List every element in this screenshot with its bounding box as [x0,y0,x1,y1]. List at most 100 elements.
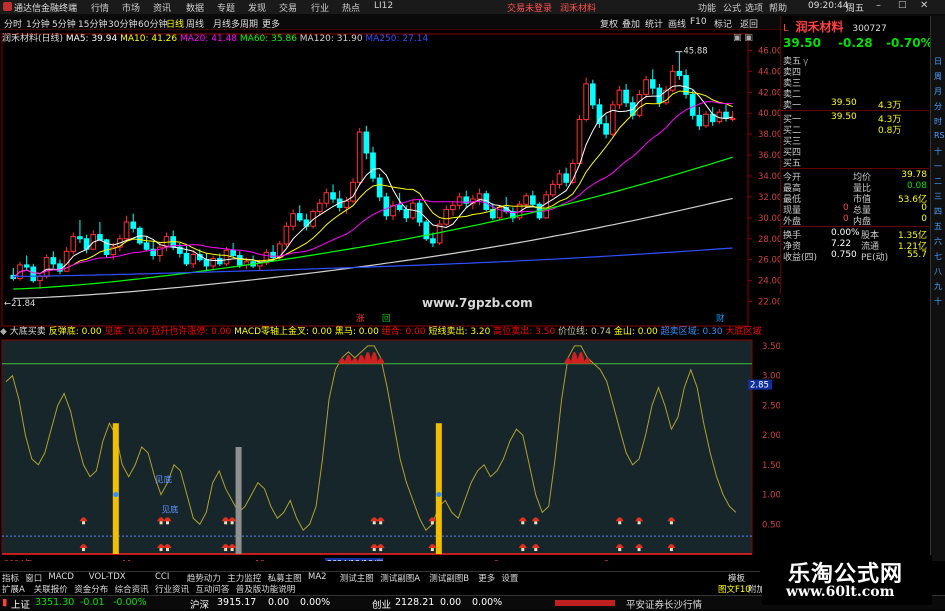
candle-body[interactable] [609,104,616,135]
sidebar-shortcut[interactable]: 月 [934,86,942,97]
candle-body[interactable] [450,204,456,210]
gold-signal-bar[interactable] [112,423,119,554]
sidebar-shortcut[interactable]: 十 [934,296,942,307]
candle-body[interactable] [316,202,323,213]
candle-body[interactable] [649,79,656,89]
candle-body[interactable] [443,208,450,225]
trade-login-notice[interactable]: 交易未登录 [507,1,552,14]
extension-tab[interactable]: 扩展A [2,583,25,595]
sidebar-shortcut[interactable]: 八 [934,266,942,277]
top-menu-item[interactable]: 数据 [186,1,204,14]
candle-body[interactable] [216,258,223,265]
candle-body[interactable] [576,119,583,164]
candle-body[interactable] [616,89,623,106]
extension-tab[interactable]: 综合资讯 [115,583,149,595]
minimize-icon[interactable]: – [876,0,881,11]
candle-body[interactable] [356,131,363,183]
candle-body[interactable] [283,225,290,245]
chart-expand-icons[interactable]: ▣ ▣ [733,33,753,43]
chart-tool-button[interactable]: 统计 [645,17,663,30]
sidebar-shortcut[interactable]: 时 [934,116,942,127]
candle-body[interactable] [143,242,150,250]
candle-body[interactable] [37,275,43,282]
dark-horse-bar[interactable] [235,447,242,554]
candle-body[interactable] [97,234,103,241]
gold-signal-bar[interactable] [435,423,442,554]
candle-body[interactable] [430,238,436,244]
sidebar-shortcut[interactable]: 一 [934,161,942,172]
extension-tab[interactable]: 行业资讯 [155,583,189,595]
candle-body[interactable] [77,236,83,240]
candle-body[interactable] [30,266,37,282]
bid-row[interactable]: 买一 39.50 4.3万 [783,112,929,125]
candle-body[interactable] [603,123,609,135]
timeframe-tab[interactable]: 更多 [262,17,280,30]
candle-body[interactable] [203,259,210,267]
candle-body[interactable] [729,117,736,120]
candle-body[interactable] [423,221,430,240]
candle-body[interactable] [596,104,603,125]
candle-body[interactable] [583,83,589,121]
ask-row[interactable]: 卖三 [783,76,929,89]
right-menu-item[interactable]: 公式 [723,1,741,14]
maximize-icon[interactable]: □ [898,0,907,10]
timeframe-tab[interactable]: 多周期 [231,17,258,30]
candle-body[interactable] [550,183,556,196]
chart-tool-button[interactable]: 标记 [714,17,732,30]
candle-body[interactable] [563,173,569,183]
ask-row[interactable]: 卖二 [783,87,929,100]
chart-tool-button[interactable]: 返回 [740,17,758,30]
candle-body[interactable] [556,173,563,185]
candle-body[interactable] [296,213,303,221]
sidebar-shortcut[interactable]: 日 [934,56,942,67]
top-menu-item[interactable]: 市场 [122,1,140,14]
bid-row[interactable]: 买二 0.8万 [783,123,929,136]
candle-body[interactable] [636,93,643,116]
top-menu-item[interactable]: 行业 [311,1,329,14]
top-menu-item[interactable]: 热点 [342,1,360,14]
top-menu-item[interactable]: 发现 [248,1,266,14]
timeframe-tab[interactable]: 月线 [213,17,231,30]
candle-body[interactable] [543,194,550,219]
candle-body[interactable] [589,83,596,106]
close-icon[interactable]: ✕ [920,0,928,11]
candle-body[interactable] [50,257,57,265]
chart-tool-button[interactable]: 叠加 [622,17,640,30]
extension-tab[interactable]: 关联报价 [34,583,68,595]
candle-body[interactable] [643,79,649,95]
top-menu-item[interactable]: 资讯 [153,1,171,14]
candle-body[interactable] [230,249,236,257]
bid-row[interactable]: 买四 [783,145,929,158]
timeframe-tab[interactable]: 分时 [4,17,22,30]
candle-body[interactable] [456,196,463,206]
candle-body[interactable] [403,208,410,219]
candle-body[interactable] [623,89,629,104]
sidebar-shortcut[interactable]: RSI [934,131,945,140]
candle-body[interactable] [303,219,310,227]
timeframe-tab[interactable]: 5分钟 [52,17,76,30]
sidebar-shortcut[interactable]: 二 [934,176,942,187]
candle-body[interactable] [290,213,296,227]
candle-body[interactable] [676,70,683,77]
chart-tool-button[interactable]: F10 [690,17,707,27]
candle-body[interactable] [523,195,530,205]
event-mark[interactable]: 涨 [356,313,365,324]
timeframe-tab[interactable]: 日线 [166,17,184,30]
candlestick-chart[interactable]: 46.00 44.00 42.00 40.00 38.00 36.00 34.00 32.00… [0,30,780,335]
timeframe-tab[interactable]: 15分钟 [78,17,107,30]
event-mark[interactable]: 回 [382,314,391,324]
top-menu-item[interactable]: LI12 [374,1,393,11]
candle-body[interactable] [530,195,536,205]
ask-row[interactable]: 卖五 γ [783,54,929,67]
candle-body[interactable] [370,152,376,179]
sidebar-shortcut[interactable]: 九 [934,281,942,292]
candle-body[interactable] [43,257,50,277]
candle-body[interactable] [223,249,230,265]
bid-row[interactable]: 买三 [783,134,929,147]
top-menu-item[interactable]: 行情 [91,1,109,14]
candle-body[interactable] [723,111,729,119]
sidebar-shortcut[interactable]: 三 [934,191,942,202]
sidebar-shortcut[interactable]: 六 [934,236,942,247]
right-menu-item[interactable]: 选项 [745,1,763,14]
candle-body[interactable] [183,252,190,265]
